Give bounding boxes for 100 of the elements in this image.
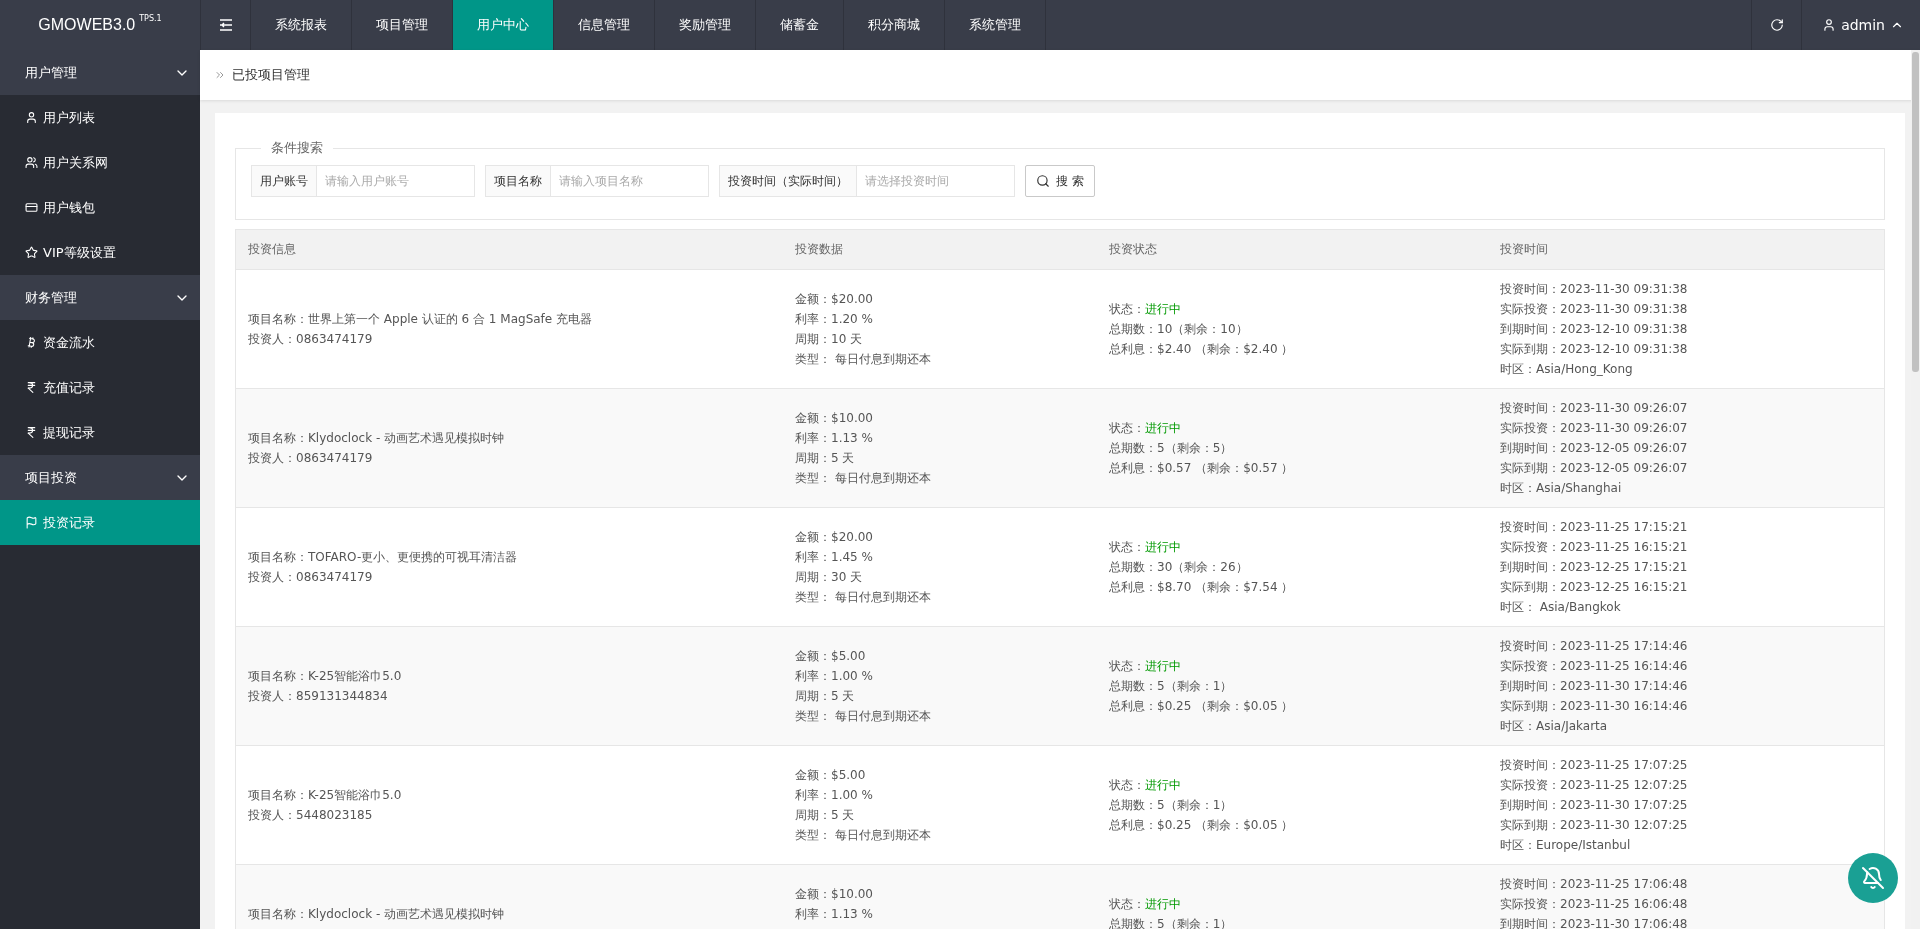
time-text: 实际到期：2023-11-30 12:07:25 [1500, 817, 1689, 834]
nav-tab[interactable]: 用户中心 [453, 0, 554, 50]
column-header: 投资时间 [1499, 241, 1549, 258]
logo-text: GMOWEB3.0 [38, 16, 136, 34]
status-value: 进行中 [1145, 658, 1181, 675]
flag-icon [25, 516, 38, 529]
sidebar-item[interactable]: 投资记录 [0, 500, 200, 545]
time-text: 到期时间：2023-12-25 17:15:21 [1500, 559, 1689, 576]
time-text: 实际投资：2023-11-30 09:31:38 [1500, 301, 1689, 318]
search-legend: 条件搜索 [261, 139, 333, 157]
status-text: 总期数：30（剩余：26） [1109, 559, 1249, 576]
breadcrumb-arrow-icon [214, 69, 226, 81]
data-text: 金额：$10.00 [795, 410, 874, 427]
status-text: 总利息：$8.70 （剩余：$7.54 ） [1109, 579, 1295, 596]
search-field[interactable]: 请输入用户账号 [317, 165, 475, 197]
status-label: 状态： [1109, 658, 1145, 675]
info-text: 项目名称：K-25智能浴巾5.0 [248, 787, 403, 804]
status-value: 进行中 [1145, 777, 1181, 794]
data-text: 周期：5 天 [795, 807, 856, 824]
status-label: 状态： [1109, 777, 1145, 794]
data-text: 周期：30 天 [795, 569, 864, 586]
menu-icon [218, 19, 233, 31]
data-text: 类型： 每日付息到期还本 [795, 708, 932, 725]
time-text: 到期时间：2023-11-30 17:14:46 [1500, 678, 1689, 695]
data-text: 周期：5 天 [795, 688, 856, 705]
data-text: 金额：$5.00 [795, 767, 867, 784]
field-label: 用户账号 [251, 165, 317, 197]
rupee-icon [25, 381, 38, 394]
field-label: 项目名称 [485, 165, 551, 197]
card-icon [25, 201, 38, 214]
data-text: 金额：$20.00 [795, 291, 874, 308]
user-icon [25, 111, 38, 124]
status-text: 总利息：$0.25 （剩余：$0.05 ） [1109, 698, 1295, 715]
info-text: 投资人：0863474179 [248, 569, 374, 586]
info-text: 投资人：0863474179 [248, 450, 374, 467]
status-text: 总期数：10（剩余：10） [1109, 321, 1249, 338]
time-text: 投资时间：2023-11-25 17:07:25 [1500, 757, 1689, 774]
data-text: 类型： 每日付息到期还本 [795, 589, 932, 606]
data-text: 金额：$5.00 [795, 648, 867, 665]
search-icon [1036, 174, 1050, 188]
data-text: 利率：1.20 % [795, 311, 874, 328]
time-text: 投资时间：2023-11-25 17:15:21 [1500, 519, 1689, 536]
info-text: 项目名称：世界上第一个 Apple 认证的 6 合 1 MagSafe 充电器 [248, 311, 594, 328]
info-text: 投资人：0863474179 [248, 331, 374, 348]
status-value: 进行中 [1145, 896, 1181, 913]
time-text: 投资时间：2023-11-30 09:31:38 [1500, 281, 1689, 298]
time-text: 实际投资：2023-11-25 16:15:21 [1500, 539, 1689, 556]
status-value: 进行中 [1145, 301, 1181, 318]
info-text: 项目名称：K-25智能浴巾5.0 [248, 668, 403, 685]
status-text: 总期数：5（剩余：5） [1109, 440, 1234, 457]
status-label: 状态： [1109, 896, 1145, 913]
refresh-icon [1769, 18, 1784, 32]
time-text: 到期时间：2023-12-10 09:31:38 [1500, 321, 1689, 338]
info-text: 投资人：859131344834 [248, 688, 389, 705]
time-text: 到期时间：2023-12-05 09:26:07 [1500, 440, 1689, 457]
data-text: 周期：10 天 [795, 331, 864, 348]
sidebar-group[interactable]: 项目投资 [0, 455, 200, 500]
data-text: 利率：1.45 % [795, 549, 874, 566]
time-text: 到期时间：2023-11-30 17:06:48 [1500, 916, 1689, 929]
rupee-icon [25, 426, 38, 439]
info-text: 项目名称：Klydoclock - 动画艺术遇见模拟时钟 [248, 906, 506, 923]
search-field[interactable]: 请输入项目名称 [551, 165, 709, 197]
status-label: 状态： [1109, 301, 1145, 318]
column-header: 投资信息 [247, 241, 297, 258]
status-label: 状态： [1109, 420, 1145, 437]
status-text: 总利息：$0.25 （剩余：$0.05 ） [1109, 817, 1295, 834]
time-text: 投资时间：2023-11-30 09:26:07 [1500, 400, 1689, 417]
sidebar-group[interactable]: 用户管理 [0, 50, 200, 95]
data-text: 金额：$10.00 [795, 886, 874, 903]
data-text: 利率：1.13 % [795, 906, 874, 923]
status-value: 进行中 [1145, 420, 1181, 437]
status-label: 状态： [1109, 539, 1145, 556]
column-header: 投资数据 [794, 241, 844, 258]
data-text: 周期：5 天 [795, 450, 856, 467]
status-text: 总期数：5（剩余：1） [1109, 797, 1234, 814]
time-text: 时区：Asia/Hong_Kong [1500, 361, 1634, 378]
sidebar-group[interactable]: 财务管理 [0, 275, 200, 320]
time-text: 投资时间：2023-11-25 17:06:48 [1500, 876, 1689, 893]
status-value: 进行中 [1145, 539, 1181, 556]
data-text: 类型： 每日付息到期还本 [795, 470, 932, 487]
time-text: 实际投资：2023-11-25 16:14:46 [1500, 658, 1689, 675]
time-text: 时区：Europe/Istanbul [1500, 837, 1632, 854]
status-text: 总期数：5（剩余：1） [1109, 678, 1234, 695]
time-text: 实际到期：2023-12-25 16:15:21 [1500, 579, 1689, 596]
data-text: 利率：1.13 % [795, 430, 874, 447]
time-text: 时区：Asia/Jakarta [1500, 718, 1609, 735]
time-text: 实际到期：2023-11-30 16:14:46 [1500, 698, 1689, 715]
time-text: 实际投资：2023-11-25 12:07:25 [1500, 777, 1689, 794]
time-text: 实际到期：2023-12-05 09:26:07 [1500, 460, 1689, 477]
bell-off-icon [1861, 866, 1885, 890]
star-icon [25, 246, 38, 259]
search-field[interactable]: 请选择投资时间 [857, 165, 1015, 197]
info-text: 投资人：5448023185 [248, 807, 374, 824]
data-text: 类型： 每日付息到期还本 [795, 827, 932, 844]
version-label: TPS.1 [139, 14, 162, 23]
status-text: 总利息：$0.57 （剩余：$0.57 ） [1109, 460, 1295, 477]
data-text: 利率：1.00 % [795, 668, 874, 685]
search-button[interactable]: 搜 索 [1025, 165, 1095, 197]
field-label: 投资时间（实际时间） [719, 165, 857, 197]
data-text: 利率：1.00 % [795, 787, 874, 804]
